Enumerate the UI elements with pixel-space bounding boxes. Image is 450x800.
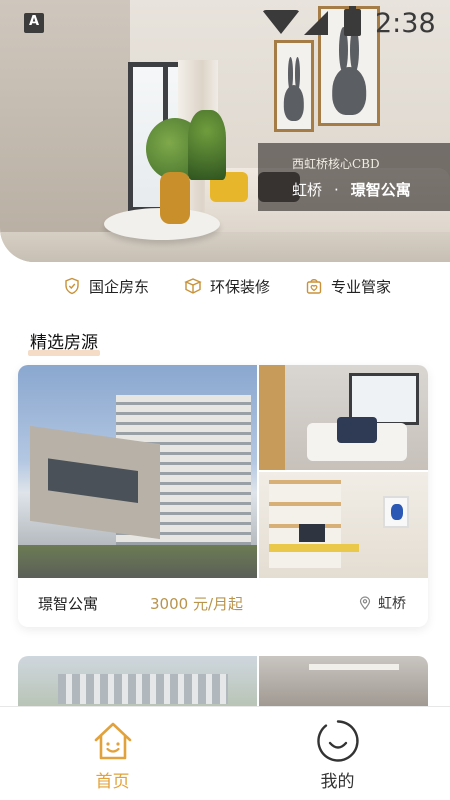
rabbit-picture-frame	[274, 40, 314, 132]
feature-item-eco-decoration: 环保装修	[184, 272, 270, 300]
hero-photo-vase	[160, 172, 190, 224]
wifi-icon	[262, 10, 300, 34]
hero-project-name: 璟智公寓	[350, 181, 411, 199]
tab-mine[interactable]: 我的	[225, 707, 450, 800]
status-bar: A 2:38	[0, 0, 450, 46]
tab-home-label: 首页	[95, 772, 130, 792]
hero-subtitle: 西虹桥核心CBD	[292, 157, 380, 171]
feature-label: 专业管家	[331, 277, 392, 296]
listing-photo-bedroom	[259, 365, 428, 470]
listing-card[interactable]	[18, 656, 428, 706]
listing-location: 虹桥	[358, 593, 406, 613]
listing-photo-room	[259, 656, 428, 706]
tab-mine-label: 我的	[320, 772, 355, 792]
battery-charging-icon	[344, 6, 361, 36]
bottom-tab-bar: 首页 我的	[0, 706, 450, 800]
listing-price: 3000 元/月起	[150, 595, 243, 613]
home-icon	[94, 722, 131, 760]
location-pin-icon	[359, 596, 371, 610]
shield-icon	[65, 277, 79, 295]
signal-icon	[304, 11, 328, 35]
feature-label: 环保装修	[210, 277, 271, 296]
hero-separator: ·	[334, 181, 339, 199]
feature-item-butler: 专业管家	[305, 272, 391, 300]
hero-photo-plant	[188, 110, 226, 180]
box-icon	[184, 278, 202, 294]
feature-row: 国企房东 环保装修 专业管家	[0, 272, 450, 300]
tab-home[interactable]: 首页	[0, 707, 225, 800]
a-notification-icon: A	[24, 13, 44, 33]
listing-name: 璟智公寓	[38, 595, 99, 613]
listing-card[interactable]: 璟智公寓 3000 元/月起 虹桥	[18, 365, 428, 627]
smile-icon	[316, 720, 359, 762]
section-title: 精选房源	[28, 328, 100, 356]
section-title-text: 精选房源	[30, 333, 98, 353]
listing-photo-building	[18, 656, 257, 706]
listing-photo-building	[18, 365, 257, 578]
hero-title-line: 虹桥 · 璟智公寓	[292, 179, 411, 200]
listing-info: 璟智公寓 3000 元/月起 虹桥	[18, 578, 428, 627]
butler-icon	[306, 279, 322, 294]
hero-photo-floor	[0, 232, 450, 262]
listing-location-text: 虹桥	[378, 596, 406, 612]
hero-district: 虹桥	[292, 181, 323, 199]
feature-item-state-landlord: 国企房东	[63, 272, 149, 300]
hero-caption: 西虹桥核心CBD 虹桥 · 璟智公寓	[258, 143, 450, 211]
feature-label: 国企房东	[89, 277, 150, 296]
listing-photo-study	[259, 472, 428, 578]
status-time: 2:38	[375, 8, 436, 39]
